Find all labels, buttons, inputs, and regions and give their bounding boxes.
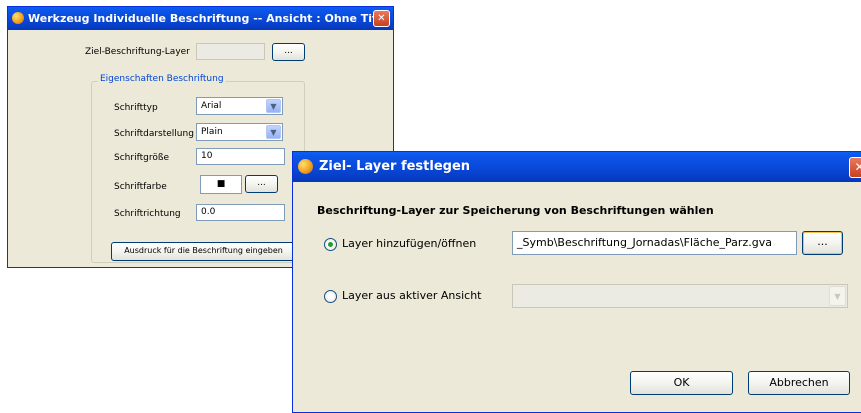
target-layer-titlebar[interactable]: Ziel- Layer festlegen ✕ xyxy=(293,152,861,182)
font-label: Schrifttyp xyxy=(114,103,158,113)
chevron-down-icon: ▼ xyxy=(266,125,281,139)
add-layer-option-label[interactable]: Layer hinzufügen/öffnen xyxy=(342,237,476,250)
active-view-option-label[interactable]: Layer aus aktiver Ansicht xyxy=(342,289,482,302)
color-swatch-icon: ■ xyxy=(216,179,226,189)
direction-label: Schriftrichtung xyxy=(114,209,181,219)
target-layer-dialog: Ziel- Layer festlegen ✕ Beschriftung-Lay… xyxy=(292,151,861,413)
chevron-down-icon: ▼ xyxy=(829,286,846,306)
font-select[interactable]: Arial ▼ xyxy=(196,97,283,115)
color-picker-button[interactable]: ... xyxy=(245,175,278,193)
radio-selected-dot xyxy=(328,242,333,247)
style-label: Schriftdarstellung xyxy=(114,129,194,139)
layer-path-input[interactable]: _Symb\Beschriftung_Jornadas\Fläche_Parz.… xyxy=(512,231,797,255)
label-tool-titlebar[interactable]: Werkzeug Individuelle Beschriftung -- An… xyxy=(8,7,393,30)
close-icon: ✕ xyxy=(854,160,861,174)
gvsig-app-icon xyxy=(298,159,313,174)
ok-button[interactable]: OK xyxy=(630,371,733,395)
label-tool-title: Werkzeug Individuelle Beschriftung -- An… xyxy=(28,12,393,25)
add-layer-radio[interactable] xyxy=(324,238,337,251)
size-label: Schriftgröße xyxy=(114,153,170,163)
direction-input[interactable]: 0.0 xyxy=(196,204,285,221)
style-select[interactable]: Plain ▼ xyxy=(196,123,283,141)
cancel-button[interactable]: Abbrechen xyxy=(748,371,850,395)
active-view-layer-select: ▼ xyxy=(512,284,848,308)
close-icon: ✕ xyxy=(377,13,386,24)
gvsig-app-icon xyxy=(12,12,24,24)
chevron-down-icon: ▼ xyxy=(266,99,281,113)
target-layer-close-button[interactable]: ✕ xyxy=(849,157,861,178)
label-expression-button[interactable]: Ausdruck für die Beschriftung eingeben xyxy=(111,242,296,261)
target-layer-body: Beschriftung-Layer zur Speicherung von B… xyxy=(293,182,861,412)
color-label: Schriftfarbe xyxy=(114,182,167,192)
size-input[interactable]: 10 xyxy=(196,148,285,165)
color-swatch: ■ xyxy=(200,175,242,194)
target-layer-browse-button[interactable]: ... xyxy=(272,43,305,61)
label-properties-group-title: Eigenschaften Beschriftung xyxy=(98,74,226,84)
target-layer-field xyxy=(196,43,265,60)
layer-path-browse-button[interactable]: ... xyxy=(802,231,843,255)
label-tool-close-button[interactable]: ✕ xyxy=(373,10,390,27)
dialog-heading: Beschriftung-Layer zur Speicherung von B… xyxy=(317,204,714,217)
target-layer-dialog-title: Ziel- Layer festlegen xyxy=(319,159,471,174)
active-view-radio[interactable] xyxy=(324,290,337,303)
target-layer-label: Ziel-Beschriftung-Layer xyxy=(85,47,190,57)
